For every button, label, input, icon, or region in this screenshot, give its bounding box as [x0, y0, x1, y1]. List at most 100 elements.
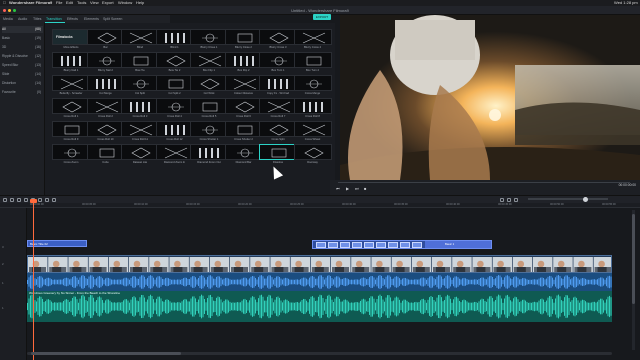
next-frame-button[interactable]: ⏭ — [355, 186, 359, 191]
transition-tile[interactable] — [52, 121, 90, 137]
transition-tile[interactable] — [190, 52, 228, 68]
transition-tile[interactable] — [293, 52, 332, 68]
transition-tile[interactable] — [155, 98, 194, 114]
transition-tile[interactable] — [224, 98, 263, 114]
transition-tile[interactable] — [155, 121, 194, 137]
transition-tile[interactable] — [190, 75, 228, 91]
transition-tile[interactable] — [155, 75, 194, 91]
undo-icon[interactable] — [3, 198, 7, 202]
prev-frame-button[interactable]: ⏮ — [336, 186, 340, 191]
voiceover-icon[interactable] — [514, 198, 518, 202]
preview-scrubber[interactable] — [338, 182, 630, 183]
transition-marker[interactable] — [400, 242, 410, 248]
timeline-vertical-scrollbar[interactable] — [632, 210, 635, 350]
tab-elements[interactable]: Elements — [84, 17, 99, 21]
transition-tile[interactable] — [86, 144, 125, 160]
redo-icon[interactable] — [10, 198, 14, 202]
transition-tile[interactable] — [86, 121, 125, 137]
transition-tile[interactable] — [190, 98, 228, 114]
stop-button[interactable]: ■ — [364, 186, 366, 191]
transition-tile[interactable] — [293, 75, 332, 91]
transition-marker[interactable] — [340, 242, 350, 248]
play-button[interactable]: ▶ — [346, 186, 349, 191]
transition-tile[interactable] — [293, 144, 332, 160]
speed-icon[interactable] — [38, 198, 42, 202]
tab-split-screen[interactable]: Split Screen — [103, 17, 122, 21]
transition-tile[interactable] — [155, 144, 194, 160]
transition-tile[interactable] — [155, 29, 194, 45]
title-clip[interactable]: Basic Title 02 — [27, 240, 87, 247]
transition-tile[interactable] — [293, 98, 332, 114]
tab-effects[interactable]: Effects — [67, 17, 78, 21]
transition-marker[interactable] — [316, 242, 326, 248]
transition-tile[interactable] — [121, 75, 159, 91]
export-button[interactable]: EXPORT — [313, 14, 331, 20]
marker-icon[interactable] — [507, 198, 511, 202]
zoom-slider-knob[interactable] — [583, 196, 588, 202]
render-icon[interactable] — [500, 198, 504, 202]
transition-marker[interactable] — [412, 242, 422, 248]
tab-titles[interactable]: Titles — [33, 17, 41, 21]
tab-media[interactable]: Media — [3, 17, 13, 21]
sidebar-item-slide[interactable]: Slide (14) — [2, 71, 43, 78]
transition-tile[interactable] — [190, 121, 228, 137]
sidebar-item-distortion[interactable]: Distortion (14) — [2, 80, 43, 87]
transition-tile[interactable] — [52, 75, 90, 91]
transition-tile[interactable] — [259, 75, 297, 91]
transition-tile[interactable] — [259, 52, 297, 68]
tab-transition[interactable]: Transition — [46, 17, 62, 21]
vertical-scroll-thumb[interactable] — [632, 214, 635, 304]
transition-clip[interactable]: Basic 1 — [312, 240, 492, 249]
playhead[interactable] — [33, 200, 34, 360]
transition-tile[interactable] — [224, 52, 263, 68]
transition-tile[interactable] — [259, 121, 297, 137]
transition-tile[interactable] — [259, 29, 297, 45]
sidebar-item-all[interactable]: All (68) — [2, 26, 43, 33]
transition-tile[interactable] — [121, 144, 159, 160]
sidebar-item-speed-blur[interactable]: Speed Blur (13) — [2, 62, 43, 69]
video-preview[interactable] — [340, 15, 640, 180]
transition-tile[interactable] — [86, 52, 125, 68]
transition-tile[interactable] — [224, 144, 263, 160]
video-clip[interactable] — [27, 255, 612, 273]
transition-tile[interactable] — [52, 144, 90, 160]
transition-marker[interactable] — [376, 242, 386, 248]
transition-marker[interactable] — [352, 242, 362, 248]
transition-tile[interactable] — [224, 75, 263, 91]
transition-tile[interactable] — [190, 29, 228, 45]
sidebar-item-3d[interactable]: 3D (16) — [2, 44, 43, 51]
transition-tile[interactable] — [259, 98, 297, 114]
transition-tile[interactable] — [259, 144, 297, 160]
transition-tile[interactable] — [86, 98, 125, 114]
transition-marker[interactable] — [328, 242, 338, 248]
transition-tile[interactable] — [293, 29, 332, 45]
sidebar-item-basic[interactable]: Basic (19) — [2, 35, 43, 42]
delete-icon[interactable] — [17, 198, 21, 202]
transition-tile[interactable] — [121, 29, 159, 45]
cut-icon[interactable] — [24, 198, 28, 202]
audio-mixer-icon[interactable] — [52, 198, 56, 202]
transition-tile[interactable] — [86, 75, 125, 91]
timeline-horizontal-scrollbar[interactable] — [27, 352, 612, 355]
tab-audio[interactable]: Audio — [18, 17, 27, 21]
horizontal-scroll-thumb[interactable] — [31, 352, 181, 355]
transition-tile[interactable] — [155, 52, 194, 68]
transition-tile[interactable] — [121, 52, 159, 68]
transition-tile[interactable] — [224, 29, 263, 45]
sidebar-item-ripple-dissolve[interactable]: Ripple & Dissolve (12) — [2, 53, 43, 60]
transition-tile[interactable] — [293, 121, 332, 137]
transition-tile[interactable] — [52, 98, 90, 114]
video-audio-waveform[interactable] — [27, 273, 612, 291]
transition-tile[interactable] — [190, 144, 228, 160]
transition-marker[interactable] — [388, 242, 398, 248]
music-clip[interactable]: Wondrous Greenery by No Sinner - From th… — [27, 291, 612, 322]
transition-tile[interactable] — [86, 29, 125, 45]
sidebar-item-favourite[interactable]: Favourite (0) — [2, 89, 43, 96]
transition-tile[interactable] — [121, 98, 159, 114]
transition-tile[interactable] — [224, 121, 263, 137]
timeline-zoom-slider[interactable] — [528, 196, 608, 202]
filmstocks-tile[interactable]: Filmstocks — [52, 29, 90, 45]
transition-tile[interactable] — [121, 121, 159, 137]
transition-tile[interactable] — [52, 52, 90, 68]
transition-marker[interactable] — [364, 242, 374, 248]
